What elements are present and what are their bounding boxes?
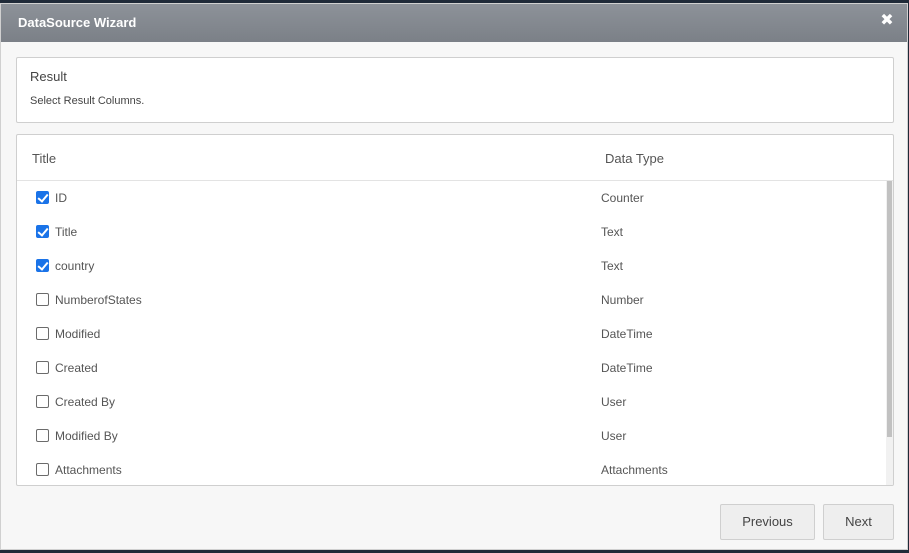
result-heading: Result xyxy=(30,69,67,84)
table-row[interactable]: ID Counter xyxy=(17,181,887,215)
scrollbar-thumb[interactable] xyxy=(887,181,892,437)
result-description: Select Result Columns. xyxy=(30,95,145,107)
table-rows[interactable]: ID Counter Title Text country Text Numbe… xyxy=(17,181,887,485)
row-checkbox[interactable] xyxy=(36,395,49,408)
row-checkbox[interactable] xyxy=(36,259,49,272)
table-row[interactable]: Created DateTime xyxy=(17,351,887,385)
dialog-title: DataSource Wizard xyxy=(18,15,137,30)
row-checkbox[interactable] xyxy=(36,429,49,442)
table-row[interactable]: Title Text xyxy=(17,215,887,249)
datasource-wizard-dialog: DataSource Wizard ✖ Result Select Result… xyxy=(0,3,908,550)
column-name: Created By xyxy=(55,395,116,409)
column-header-title: Title xyxy=(32,151,57,166)
columns-table: Title Data Type ID Counter Title Text co… xyxy=(16,134,894,486)
previous-button[interactable]: Previous xyxy=(720,504,815,540)
table-row[interactable]: NumberofStates Number xyxy=(17,283,887,317)
column-data-type: Number xyxy=(601,293,644,307)
column-data-type: Text xyxy=(601,259,624,273)
table-row[interactable]: Modified By User xyxy=(17,419,887,453)
result-panel: Result Select Result Columns. xyxy=(16,57,894,123)
column-name: Modified By xyxy=(55,429,118,443)
row-checkbox[interactable] xyxy=(36,225,49,238)
column-name: Title xyxy=(55,225,78,239)
table-header: Title Data Type xyxy=(17,135,893,181)
column-data-type: DateTime xyxy=(601,361,653,375)
next-button[interactable]: Next xyxy=(823,504,894,540)
column-name: Attachments xyxy=(55,463,122,477)
column-name: Created xyxy=(55,361,98,375)
column-data-type: Text xyxy=(601,225,624,239)
table-row[interactable]: Modified DateTime xyxy=(17,317,887,351)
row-checkbox[interactable] xyxy=(36,327,49,340)
vertical-scrollbar[interactable] xyxy=(886,181,893,485)
row-checkbox[interactable] xyxy=(36,293,49,306)
column-name: ID xyxy=(55,191,67,205)
table-row[interactable]: country Text xyxy=(17,249,887,283)
table-row[interactable]: Created By User xyxy=(17,385,887,419)
column-data-type: Counter xyxy=(601,191,644,205)
column-header-data-type: Data Type xyxy=(605,151,665,166)
row-checkbox[interactable] xyxy=(36,191,49,204)
column-name: NumberofStates xyxy=(55,293,142,307)
close-icon[interactable]: ✖ xyxy=(880,13,894,29)
row-checkbox[interactable] xyxy=(36,463,49,476)
column-data-type: User xyxy=(601,429,627,443)
dialog-titlebar: DataSource Wizard ✖ xyxy=(1,4,907,42)
column-data-type: Attachments xyxy=(601,463,668,477)
column-data-type: User xyxy=(601,395,627,409)
column-data-type: DateTime xyxy=(601,327,653,341)
column-name: Modified xyxy=(55,327,101,341)
table-row[interactable]: Attachments Attachments xyxy=(17,453,887,485)
row-checkbox[interactable] xyxy=(36,361,49,374)
column-name: country xyxy=(55,259,95,273)
